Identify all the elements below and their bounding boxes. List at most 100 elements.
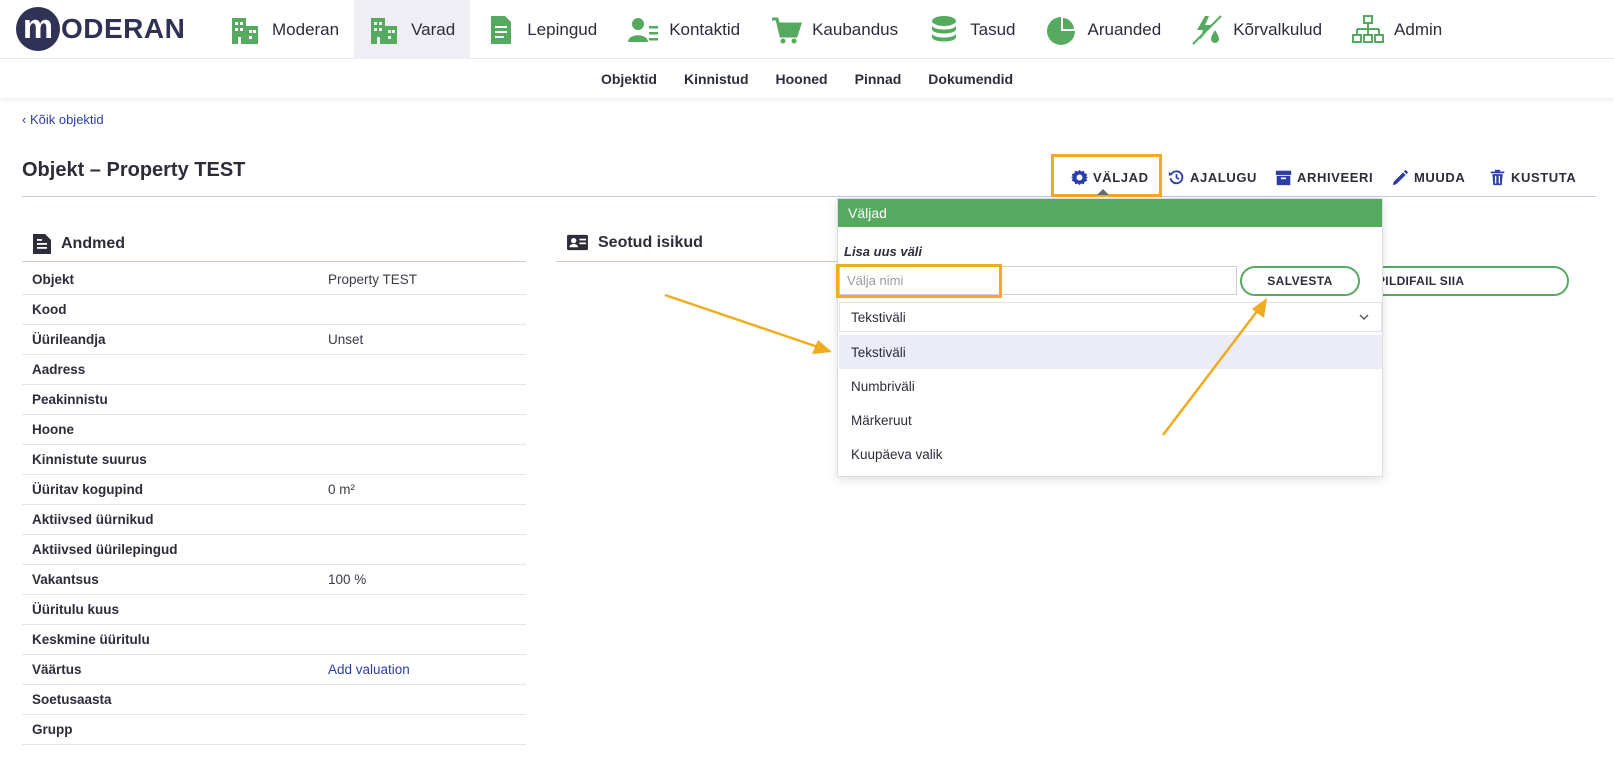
input-highlight-box xyxy=(836,264,1002,298)
archive-button[interactable]: ARHIVEERI xyxy=(1275,157,1373,197)
trash-icon xyxy=(1490,169,1505,185)
row-key: Üüritulu kuus xyxy=(32,602,119,617)
row-key: Aktiivsed üürilepingud xyxy=(32,542,178,557)
nav-item-tasud[interactable]: Tasud xyxy=(913,0,1030,59)
field-type-options: Tekstiväli Numbriväli Märkeruut Kuupäeva… xyxy=(839,335,1382,471)
row-key: Hoone xyxy=(32,422,74,437)
logo-mark: m xyxy=(16,7,60,51)
history-button[interactable]: AJALUGU xyxy=(1168,157,1257,197)
row-key: Üüritav kogupind xyxy=(32,482,143,497)
row-key: Kood xyxy=(32,302,67,317)
nav-label: Kaubandus xyxy=(812,19,899,39)
document-icon xyxy=(491,15,512,44)
field-type-select[interactable]: Tekstiväli xyxy=(839,302,1382,332)
row-value: 100 % xyxy=(328,572,367,587)
cart-icon xyxy=(772,17,803,43)
option-markeruut[interactable]: Märkeruut xyxy=(839,403,1382,437)
nav-item-admin[interactable]: Admin xyxy=(1337,0,1457,59)
utilities-icon xyxy=(1192,14,1222,45)
table-row: Grupp xyxy=(22,715,526,745)
table-row: Üürileandja Unset xyxy=(22,325,526,355)
nav-label: Aruanded xyxy=(1087,19,1162,39)
coins-icon xyxy=(932,15,957,41)
nav-item-varad[interactable]: Varad xyxy=(354,0,471,59)
nav-label: Tasud xyxy=(970,19,1016,39)
table-row: Aktiivsed üürilepingud xyxy=(22,535,526,565)
option-tekstivali[interactable]: Tekstiväli xyxy=(839,335,1382,369)
history-icon xyxy=(1168,169,1184,184)
nav-item-kontaktid[interactable]: Kontaktid xyxy=(612,0,755,59)
row-key: Keskmine üüritulu xyxy=(32,632,150,647)
row-key: Grupp xyxy=(32,722,73,737)
table-row: Üüritav kogupind 0 m² xyxy=(22,475,526,505)
subnav-item-dokumendid[interactable]: Dokumendid xyxy=(928,71,1013,87)
nav-item-lepingud[interactable]: Lepingud xyxy=(470,0,612,59)
row-value: 0 m² xyxy=(328,482,355,497)
nav-label: Lepingud xyxy=(527,19,598,39)
arrow-to-dropdown xyxy=(664,293,832,354)
subnav-item-kinnistud[interactable]: Kinnistud xyxy=(684,71,749,87)
nav-item-moderan[interactable]: Moderan xyxy=(215,0,354,59)
buildings-icon xyxy=(232,17,258,44)
archive-icon xyxy=(1275,170,1292,185)
seotud-isikud-title: Seotud isikud xyxy=(598,233,703,251)
nav-item-aruanded[interactable]: Aruanded xyxy=(1030,0,1176,59)
logo-text: ODERAN xyxy=(61,13,186,44)
row-key: Objekt xyxy=(32,272,75,287)
popover-caret xyxy=(1097,189,1109,195)
option-numbrivali[interactable]: Numbriväli xyxy=(839,369,1382,403)
seotud-isikud-heading: Seotud isikud xyxy=(566,233,703,252)
org-chart-icon xyxy=(1352,14,1385,43)
andmed-title: Andmed xyxy=(61,235,125,252)
table-row: Üüritulu kuus xyxy=(22,595,526,625)
delete-label: KUSTUTA xyxy=(1511,169,1577,185)
table-row: Kinnistute suurus xyxy=(22,445,526,475)
table-row: Väärtus Add valuation xyxy=(22,655,526,685)
table-row: Objekt Property TEST xyxy=(22,265,526,295)
option-kuupaeva-valik[interactable]: Kuupäeva valik xyxy=(839,437,1382,471)
subnav-item-objektid[interactable]: Objektid xyxy=(601,71,657,87)
save-button[interactable]: SALVESTA xyxy=(1240,266,1360,296)
top-navbar: m ODERAN Moderan Varad Lepingud Kontakti… xyxy=(0,0,1614,59)
id-card-icon xyxy=(567,234,588,251)
table-row: Kood xyxy=(22,295,526,325)
row-key: Väärtus xyxy=(32,662,82,677)
upload-image-label: PILDIFAIL SIIA xyxy=(1377,274,1465,288)
popover-header: Väljad xyxy=(838,199,1382,227)
edit-label: MUUDA xyxy=(1414,169,1466,185)
document-icon xyxy=(33,234,51,254)
contact-icon xyxy=(628,17,659,42)
row-key: Üürileandja xyxy=(32,332,106,347)
add-valuation-link[interactable]: Add valuation xyxy=(328,662,410,677)
history-label: AJALUGU xyxy=(1190,169,1258,185)
moderan-logo[interactable]: m ODERAN xyxy=(16,7,185,51)
subnav-item-pinnad[interactable]: Pinnad xyxy=(855,71,902,87)
buildings-icon xyxy=(371,17,398,44)
edit-button[interactable]: MUUDA xyxy=(1392,157,1465,197)
nav-item-korvalkulud[interactable]: Kõrvalkulud xyxy=(1176,0,1337,59)
table-row: Hoone xyxy=(22,415,526,445)
fields-popover: Väljad Lisa uus väli Välja nimi Tekstivä… xyxy=(837,198,1383,477)
back-link[interactable]: ‹ Kõik objektid xyxy=(22,112,104,127)
nav-label: Admin xyxy=(1394,19,1443,39)
andmed-divider xyxy=(22,261,526,262)
delete-button[interactable]: KUSTUTA xyxy=(1489,157,1576,197)
row-value: Property TEST xyxy=(328,272,418,287)
subnav-item-hooned[interactable]: Hooned xyxy=(776,71,828,87)
archive-label: ARHIVEERI xyxy=(1297,169,1374,185)
sub-navbar: Objektid Kinnistud Hooned Pinnad Dokumen… xyxy=(0,59,1614,98)
nav-label: Varad xyxy=(411,19,456,39)
table-row: Vakantsus 100 % xyxy=(22,565,526,595)
nav-label: Kõrvalkulud xyxy=(1233,19,1323,39)
nav-item-kaubandus[interactable]: Kaubandus xyxy=(755,0,913,59)
row-key: Soetusaasta xyxy=(32,692,112,707)
row-key: Kinnistute suurus xyxy=(32,452,147,467)
table-row: Peakinnistu xyxy=(22,385,526,415)
seotud-isikud-divider xyxy=(556,261,838,262)
pencil-icon xyxy=(1392,169,1409,185)
page-title: Objekt – Property TEST xyxy=(22,159,246,181)
nav-label: Moderan xyxy=(272,19,340,39)
row-key: Aktiivsed üürnikud xyxy=(32,512,154,527)
table-row: Soetusaasta xyxy=(22,685,526,715)
new-field-label: Lisa uus väli xyxy=(844,244,923,259)
